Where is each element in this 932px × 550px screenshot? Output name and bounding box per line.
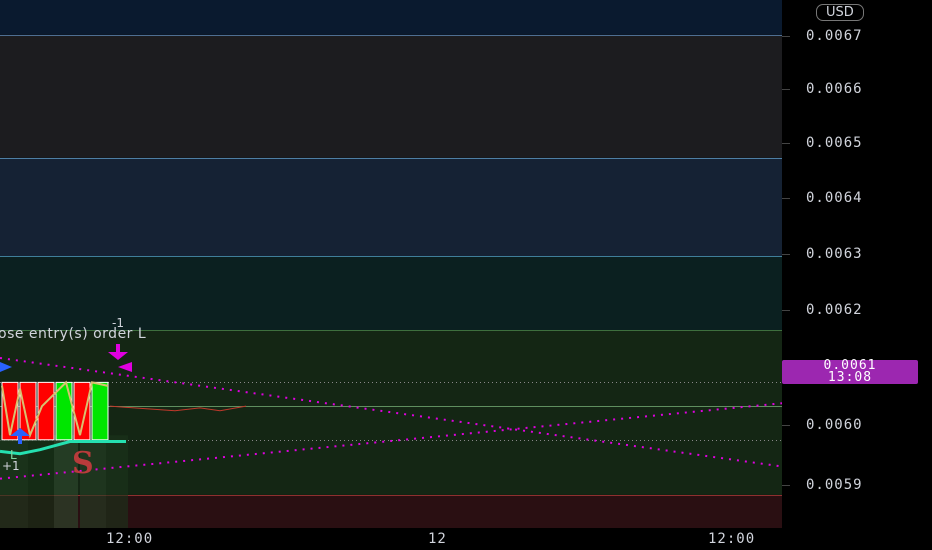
long-entry-arrow-stem	[18, 436, 22, 444]
price-tick-0065: 0.0065	[806, 135, 863, 151]
time-tick-1200: 12:00	[106, 531, 154, 547]
zone-band-0	[0, 0, 782, 35]
price-tick-0064: 0.0064	[806, 190, 863, 206]
order-qty-label: -1	[112, 316, 124, 330]
price-tick-0062: 0.0062	[806, 302, 863, 318]
price-tick-0063: 0.0063	[806, 246, 863, 262]
bar-countdown: 13:08	[827, 370, 873, 385]
zone-band-1	[0, 34, 782, 158]
chart-area[interactable]: ose entry(s) order L -1 L +1 S	[0, 0, 782, 528]
price-tick-mark	[782, 143, 790, 144]
chart-canvas	[0, 0, 782, 528]
price-tick-mark	[782, 425, 790, 426]
price-tick-0060: 0.0060	[806, 417, 863, 433]
candle-4	[73, 381, 91, 441]
exit-arrow-stem	[116, 344, 120, 352]
price-tick-0067: 0.0067	[806, 28, 863, 44]
order-annotation: ose entry(s) order L	[0, 326, 147, 342]
price-tick-mark	[782, 310, 790, 311]
currency-button[interactable]: USD	[816, 4, 864, 21]
zone-band-2	[0, 157, 782, 257]
price-tick-0066: 0.0066	[806, 81, 863, 97]
sell-signal-marker: S	[72, 446, 94, 481]
price-tick-mark	[782, 36, 790, 37]
time-axis[interactable]: 12:00 12 12:00	[0, 528, 782, 550]
price-tick-0059: 0.0059	[806, 477, 863, 493]
long-qty-label: +1	[2, 459, 20, 473]
price-tick-mark	[782, 254, 790, 255]
candle-5	[91, 381, 109, 441]
time-tick-1200-b: 12:00	[708, 531, 756, 547]
price-tick-mark	[782, 89, 790, 90]
price-tick-mark	[782, 198, 790, 199]
last-price-label: 0.0061 13:08	[782, 359, 918, 385]
history-column-4	[106, 435, 128, 528]
time-tick-12: 12	[428, 531, 447, 547]
price-tick-mark	[782, 485, 790, 486]
price-axis[interactable]: USD 0.0067 0.0066 0.0065 0.0064 0.0063 0…	[782, 0, 932, 528]
